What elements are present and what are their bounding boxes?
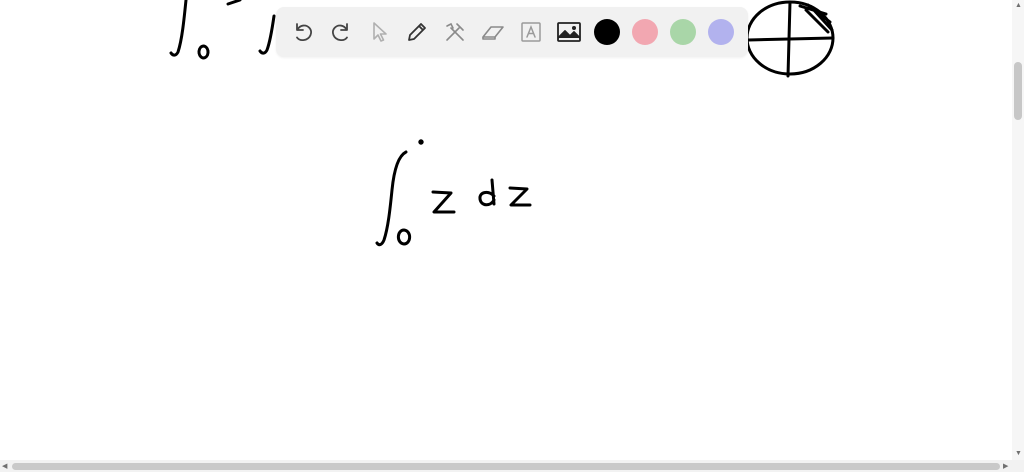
ink-upper-limit-dot xyxy=(418,139,424,145)
ink-zero-main xyxy=(396,228,412,246)
scroll-down-arrow[interactable]: ▼ xyxy=(1015,450,1022,457)
redo-button[interactable] xyxy=(322,13,360,51)
whiteboard-canvas[interactable]: ▲ ▼ ◀ ▶ xyxy=(0,0,1024,472)
scroll-left-arrow[interactable]: ◀ xyxy=(2,463,7,470)
text-box-icon xyxy=(521,22,541,42)
ink-integral-top-left xyxy=(169,0,188,57)
eraser-tool-button[interactable] xyxy=(474,13,512,51)
scroll-up-arrow[interactable]: ▲ xyxy=(1015,2,1022,9)
color-pink-button[interactable] xyxy=(626,13,664,51)
tools-icon xyxy=(446,22,464,41)
undo-icon xyxy=(296,23,312,42)
color-swatch-purple xyxy=(708,19,734,45)
handwritten-ink-layer xyxy=(169,0,835,247)
color-purple-button[interactable] xyxy=(702,13,740,51)
eraser-icon xyxy=(482,26,504,40)
image-icon xyxy=(557,22,581,42)
tools-button[interactable] xyxy=(436,13,474,51)
image-tool-button[interactable] xyxy=(550,13,588,51)
horizontal-scroll-thumb[interactable] xyxy=(12,463,1000,470)
color-swatch-pink xyxy=(632,19,658,45)
redo-icon xyxy=(332,23,348,42)
ink-letter-z-1 xyxy=(431,190,456,214)
select-pointer-icon xyxy=(373,22,387,42)
color-black-button[interactable] xyxy=(588,13,626,51)
vertical-scroll-thumb[interactable] xyxy=(1014,62,1022,120)
scroll-right-arrow[interactable]: ▶ xyxy=(1003,463,1008,470)
horizontal-scrollbar[interactable]: ◀ ▶ xyxy=(0,460,1024,472)
drawing-toolbar xyxy=(276,7,748,57)
ink-letter-d xyxy=(478,178,496,207)
undo-button[interactable] xyxy=(284,13,322,51)
color-green-button[interactable] xyxy=(664,13,702,51)
ink-letter-z-2 xyxy=(508,186,532,207)
select-tool-button[interactable] xyxy=(360,13,398,51)
ink-circle-vertical-axis xyxy=(786,0,792,78)
ink-zero-top-left xyxy=(197,44,210,60)
pen-icon xyxy=(408,23,426,41)
color-swatch-green xyxy=(670,19,696,45)
color-swatch-black xyxy=(594,19,620,45)
pen-tool-button[interactable] xyxy=(398,13,436,51)
ink-dash-top xyxy=(226,0,242,6)
text-tool-button[interactable] xyxy=(512,13,550,51)
ink-integral-top-second xyxy=(258,14,276,55)
vertical-scrollbar[interactable]: ▲ ▼ xyxy=(1012,0,1024,460)
